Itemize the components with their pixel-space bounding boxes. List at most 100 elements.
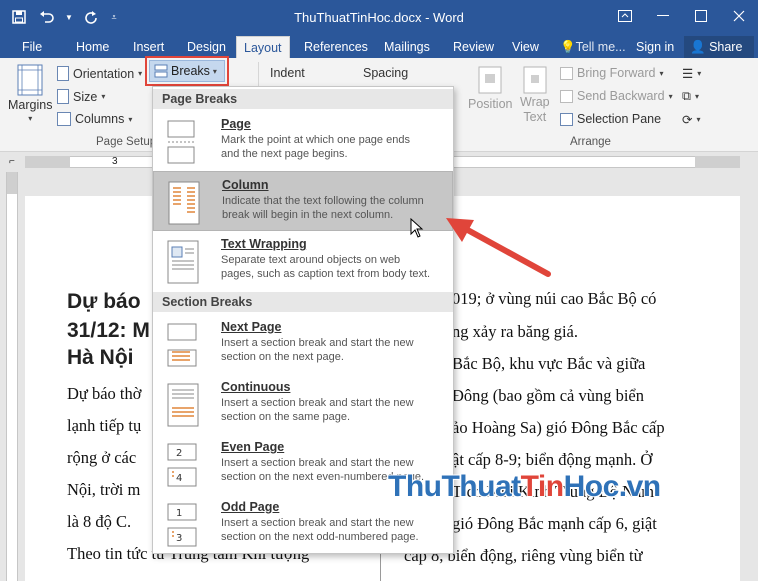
bring-forward-button[interactable]: Bring Forward ▾ [560,66,664,80]
page-setup-group-label: Page Setup [96,136,157,148]
align-icon[interactable]: ☰ ▾ [682,66,701,81]
lightbulb-icon: 💡 [560,40,576,54]
watermark-part: Hoc [563,470,620,503]
watermark-part: .vn [618,470,661,503]
doc-left-line: rộng ở các [67,448,137,467]
orientation-label: Orientation [73,66,135,81]
bring-forward-label: Bring Forward [577,66,656,80]
wrap-text-label-2: Text [523,110,547,124]
selection-pane-button[interactable]: Selection Pane [560,112,661,126]
doc-right-line: ảo Hoàng Sa) gió Đông Bắc cấp [452,418,665,437]
size-button[interactable]: Size ▾ [57,89,105,104]
watermark-part: Thu [388,470,442,503]
chevron-down-icon: ▾ [138,69,143,78]
selection-pane-icon [560,112,573,126]
doc-left-line: là 8 độ C. [67,512,132,531]
desc-line: Separate text around objects on web [221,254,401,266]
doc-heading-line-2: 31/12: M [67,319,150,342]
desc-line: section on the next odd-numbered page. [221,531,419,543]
section-breaks-header: Section Breaks [153,292,453,312]
minimize-icon[interactable] [644,0,682,32]
menu-item-next-page[interactable]: Next Page Insert a section break and sta… [153,314,453,374]
tab-view[interactable]: View [505,36,546,58]
share-button[interactable]: 👤 Share [684,36,754,58]
doc-left-line: Nội, trời m [67,480,141,499]
tab-design[interactable]: Design [180,36,233,58]
ruler-margin-right [695,156,740,168]
chevron-down-icon: ▾ [659,68,664,78]
tab-file[interactable]: File [15,36,49,58]
group-icon[interactable]: ⧉ ▾ [682,89,699,104]
continuous-icon [167,383,199,427]
tell-me-search[interactable]: 💡Tell me... [560,36,626,58]
position-label: Position [468,97,513,111]
watermark-part: Tin [520,470,564,503]
watermark-part: Thuat [441,470,521,503]
menu-item-page-break[interactable]: Page Mark the point at which one page en… [153,111,453,171]
maximize-icon[interactable] [682,0,720,32]
chevron-down-icon: ▾ [128,114,133,124]
position-icon [478,66,502,94]
menu-item-title: Column [222,178,269,192]
size-label: Size [73,89,98,104]
indent-label: Indent [270,66,305,80]
tab-home[interactable]: Home [69,36,116,58]
chevron-down-icon: ▾ [101,92,106,101]
menu-item-column-break[interactable]: Column Indicate that the text following … [153,171,453,231]
menu-item-text-wrapping[interactable]: Text Wrapping Separate text around objec… [153,231,453,291]
send-backward-icon [560,89,573,103]
position-button[interactable]: Position [468,66,512,111]
columns-label: Columns [75,112,125,126]
doc-left-line: Dự báo thờ [67,384,142,403]
watermark-logo: ThuThuatTinHoc.vn [388,470,661,504]
sign-in-link[interactable]: Sign in [636,36,674,58]
annotation-arrow-icon [446,218,551,277]
window-controls [606,0,758,32]
odd-page-icon: 13 [167,503,197,547]
doc-right-line: ật cấp 8-9; biển động mạnh. Ở [452,450,653,469]
doc-heading-line-3: Hà Nội [67,346,134,369]
tab-layout[interactable]: Layout [236,36,290,58]
columns-button[interactable]: Columns ▾ [57,112,132,126]
doc-right-line: gió Đông Bắc mạnh cấp 6, giật [452,514,657,533]
desc-line: Mark the point at which one page ends [221,134,410,146]
desc-line: Insert a section break and start the new [221,397,414,409]
tab-insert[interactable]: Insert [126,36,171,58]
desc-line: Insert a section break and start the new [221,517,414,529]
close-icon[interactable] [720,0,758,32]
orientation-icon [57,66,69,81]
desc-line: section on the next page. [221,351,344,363]
desc-line: and the next page begins. [221,148,348,160]
arrange-group-label: Arrange [570,136,611,148]
tab-mailings[interactable]: Mailings [377,36,437,58]
next-page-icon [167,323,197,367]
margins-icon [17,64,43,96]
send-backward-button[interactable]: Send Backward ▾ [560,89,673,103]
chevron-down-icon: ▾ [668,91,673,101]
ribbon-display-options-icon[interactable] [606,0,644,32]
doc-right-line: 019; ở vùng núi cao Bắc Bộ có [452,289,657,308]
desc-line: pages, such as caption text from body te… [221,268,431,280]
margins-button[interactable]: Margins ▾ [8,64,52,123]
tab-references[interactable]: References [297,36,375,58]
tab-review[interactable]: Review [446,36,501,58]
menu-item-continuous[interactable]: Continuous Insert a section break and st… [153,374,453,434]
svg-text:1: 1 [176,508,182,519]
doc-heading-line-1: Dự báo [67,290,141,313]
rotate-icon[interactable]: ⟳ ▾ [682,112,701,127]
orientation-button[interactable]: Orientation ▾ [57,66,142,81]
menu-item-title: Text Wrapping [221,237,307,251]
person-icon: 👤 [690,40,706,54]
desc-line: section on the same page. [221,411,351,423]
menu-item-title: Odd Page [221,500,280,514]
wrap-text-button[interactable]: Wrap Text [520,66,550,124]
ruler-tick-label: 3 [112,156,118,167]
tab-selector-icon[interactable]: ⌐ [9,156,15,167]
column-break-icon [168,181,200,225]
vruler-margin [7,172,17,194]
margins-label: Margins [8,98,53,112]
doc-right-line: ng xảy ra băng giá. [452,322,578,341]
menu-item-title: Next Page [221,320,282,334]
ribbon-tabs: File Home Insert Design Layout Reference… [0,36,758,58]
columns-icon [57,112,71,126]
